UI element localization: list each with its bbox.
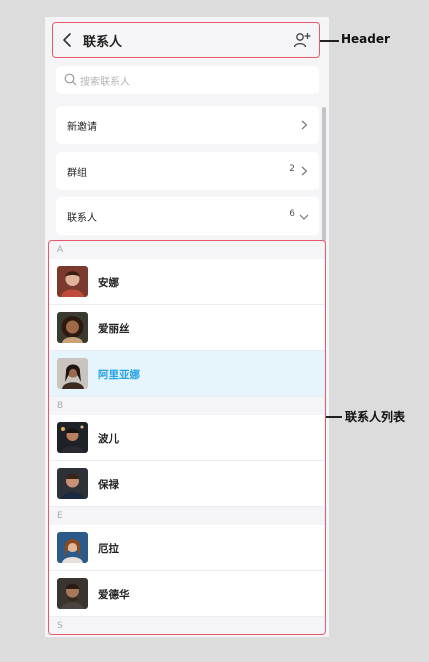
avatar — [57, 468, 88, 499]
contact-row[interactable]: 爱丽丝 — [49, 305, 325, 351]
section-header: S — [49, 617, 325, 634]
section-header: E — [49, 507, 325, 525]
avatar — [57, 358, 88, 389]
contact-name: 保禄 — [98, 479, 119, 491]
avatar — [57, 578, 88, 609]
contact-row[interactable]: 波儿 — [49, 415, 325, 461]
chevron-down-icon — [299, 214, 309, 220]
add-user-icon[interactable] — [293, 31, 311, 49]
header-callout-line — [320, 40, 339, 42]
groups-count: 2 — [289, 164, 295, 174]
header: 联系人 — [52, 22, 320, 58]
chevron-right-icon — [301, 120, 308, 130]
chevron-right-icon — [301, 166, 308, 176]
section-header: B — [49, 397, 325, 415]
contact-name: 波儿 — [98, 433, 119, 445]
contact-name: 厄拉 — [98, 543, 119, 555]
avatar — [57, 422, 88, 453]
page-title: 联系人 — [83, 35, 123, 50]
contact-row[interactable]: 爱德华 — [49, 571, 325, 617]
search-placeholder: 搜索联系人 — [80, 77, 130, 88]
contact-name: 爱德华 — [98, 589, 130, 601]
section-header: A — [49, 241, 325, 259]
contacts-screen: 联系人 搜索联系人 新邀请 群组 2 联系人 6 A 安娜 爱丽丝 阿里亚娜 B… — [45, 17, 329, 637]
contact-list: A 安娜 爱丽丝 阿里亚娜 B 波儿 保禄 E 厄拉 爱德华 S — [48, 240, 326, 635]
back-icon[interactable] — [61, 32, 75, 48]
header-callout-label: Header — [341, 32, 390, 46]
contact-row-selected[interactable]: 阿里亚娜 — [49, 351, 325, 397]
search-input[interactable]: 搜索联系人 — [56, 66, 319, 94]
avatar — [57, 312, 88, 343]
contacts-count: 6 — [289, 209, 295, 219]
contact-name: 爱丽丝 — [98, 323, 130, 335]
groups-item[interactable]: 群组 2 — [56, 152, 319, 190]
contact-row[interactable]: 保禄 — [49, 461, 325, 507]
search-icon — [64, 73, 77, 86]
list-callout-line — [326, 416, 342, 418]
contacts-item[interactable]: 联系人 6 — [56, 197, 319, 235]
menu-label: 新邀请 — [67, 122, 97, 133]
menu-label: 群组 — [67, 168, 87, 179]
contact-name: 安娜 — [98, 277, 119, 289]
contact-row[interactable]: 安娜 — [49, 259, 325, 305]
contact-row[interactable]: 厄拉 — [49, 525, 325, 571]
new-invites-item[interactable]: 新邀请 — [56, 106, 319, 144]
list-callout-label: 联系人列表 — [345, 410, 406, 424]
avatar — [57, 266, 88, 297]
contact-name: 阿里亚娜 — [98, 369, 140, 381]
menu-label: 联系人 — [67, 213, 97, 224]
avatar — [57, 532, 88, 563]
